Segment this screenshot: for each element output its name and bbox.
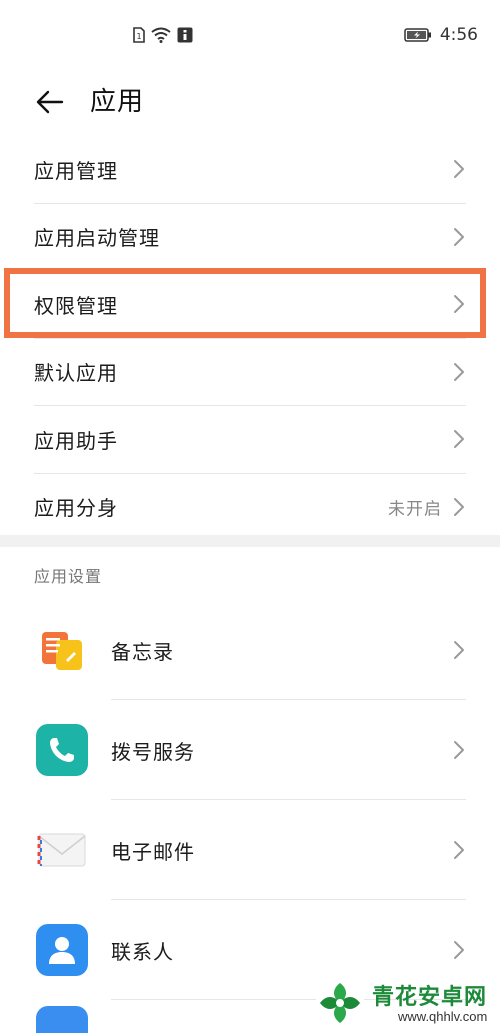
page-header: 应用 — [0, 76, 500, 140]
app-item-dialer[interactable]: 拨号服务 — [0, 700, 500, 800]
battery-charging-icon — [404, 28, 432, 42]
email-icon — [36, 824, 88, 876]
chevron-right-icon — [454, 497, 464, 516]
chevron-right-icon — [454, 295, 464, 314]
app-item-label: 联系人 — [111, 939, 174, 964]
menu-item-label: 权限管理 — [34, 293, 118, 318]
info-badge-icon — [177, 27, 193, 43]
chevron-right-icon — [454, 741, 464, 759]
settings-menu-list: 应用管理 应用启动管理 权限管理 默认应用 应用助手 应用分身 未开启 — [0, 136, 500, 540]
watermark: 青花安卓网 www.qhhlv.com — [300, 973, 500, 1033]
app-item-label: 电子邮件 — [111, 839, 195, 864]
menu-item-label: 默认应用 — [34, 361, 118, 386]
menu-item-default-apps[interactable]: 默认应用 — [0, 339, 500, 406]
app-item-label: 备忘录 — [111, 639, 174, 664]
menu-item-label: 应用启动管理 — [34, 226, 160, 251]
menu-item-app-twin[interactable]: 应用分身 未开启 — [0, 474, 500, 541]
menu-item-app-assistant[interactable]: 应用助手 — [0, 406, 500, 473]
phone-icon — [36, 724, 88, 776]
menu-item-app-management[interactable]: 应用管理 — [0, 136, 500, 203]
chevron-right-icon — [454, 430, 464, 449]
chevron-right-icon — [454, 362, 464, 381]
watermark-url: www.qhhlv.com — [398, 1009, 488, 1024]
menu-item-status: 未开启 — [388, 499, 442, 520]
menu-item-app-launch-management[interactable]: 应用启动管理 — [0, 204, 500, 271]
chevron-right-icon — [454, 227, 464, 246]
back-arrow-icon — [36, 90, 64, 114]
chevron-right-icon — [454, 841, 464, 859]
status-icons: 1 — [133, 27, 193, 43]
chevron-right-icon — [454, 641, 464, 659]
status-bar: 1 4:56 — [0, 0, 500, 76]
app-settings-list: 备忘录 拨号服务 电子邮件 联系人 — [0, 600, 500, 1033]
menu-item-label: 应用管理 — [34, 158, 118, 183]
app-item-email[interactable]: 电子邮件 — [0, 800, 500, 900]
watermark-title: 青花安卓网 — [372, 985, 488, 1010]
status-right: 4:56 — [404, 25, 478, 45]
chevron-right-icon — [454, 160, 464, 179]
sim-icon: 1 — [133, 27, 145, 43]
contacts-icon — [36, 924, 88, 976]
menu-item-label: 应用助手 — [34, 428, 118, 453]
app-icon-partial — [36, 1006, 88, 1033]
back-button[interactable] — [30, 82, 70, 122]
app-item-notes[interactable]: 备忘录 — [0, 600, 500, 700]
svg-text:1: 1 — [136, 32, 141, 41]
section-separator — [0, 535, 500, 547]
app-item-label: 拨号服务 — [111, 739, 195, 764]
section-title: 应用设置 — [34, 567, 103, 586]
wifi-icon — [151, 27, 171, 43]
status-time: 4:56 — [439, 25, 478, 45]
menu-item-permission-management[interactable]: 权限管理 — [0, 271, 500, 338]
notes-icon — [36, 624, 88, 676]
menu-item-label: 应用分身 — [34, 496, 118, 521]
chevron-right-icon — [454, 941, 464, 959]
page-title: 应用 — [90, 87, 145, 117]
watermark-logo-icon — [316, 979, 364, 1027]
